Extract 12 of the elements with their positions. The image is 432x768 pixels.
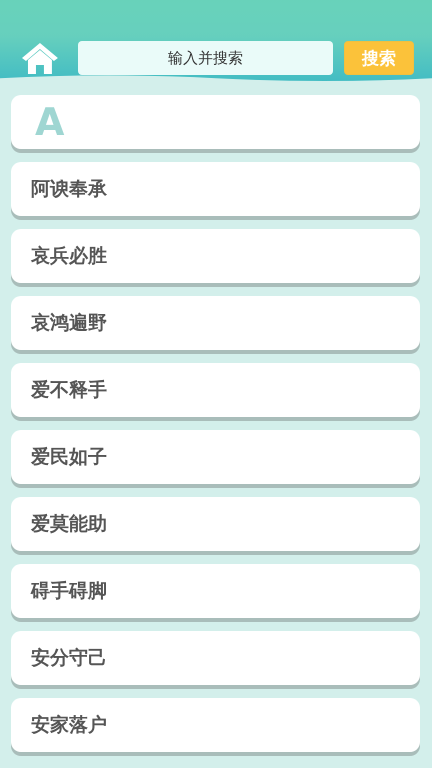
idiom-item[interactable]: 爱不释手 xyxy=(11,363,420,417)
idiom-item[interactable]: 哀兵必胜 xyxy=(11,229,420,283)
idiom-item[interactable]: 爱莫能助 xyxy=(11,497,420,551)
section-letter: A xyxy=(34,100,64,144)
idiom-item[interactable]: 碍手碍脚 xyxy=(11,564,420,618)
home-icon[interactable] xyxy=(20,41,60,75)
idiom-item[interactable]: 安家落户 xyxy=(11,698,420,752)
idiom-item[interactable]: 哀鸿遍野 xyxy=(11,296,420,350)
idiom-item[interactable]: 阿谀奉承 xyxy=(11,162,420,216)
search-field[interactable]: 输入并搜索 xyxy=(78,41,334,75)
idiom-item[interactable]: 安分守己 xyxy=(11,631,420,685)
idiom-item[interactable]: 爱民如子 xyxy=(11,430,420,484)
